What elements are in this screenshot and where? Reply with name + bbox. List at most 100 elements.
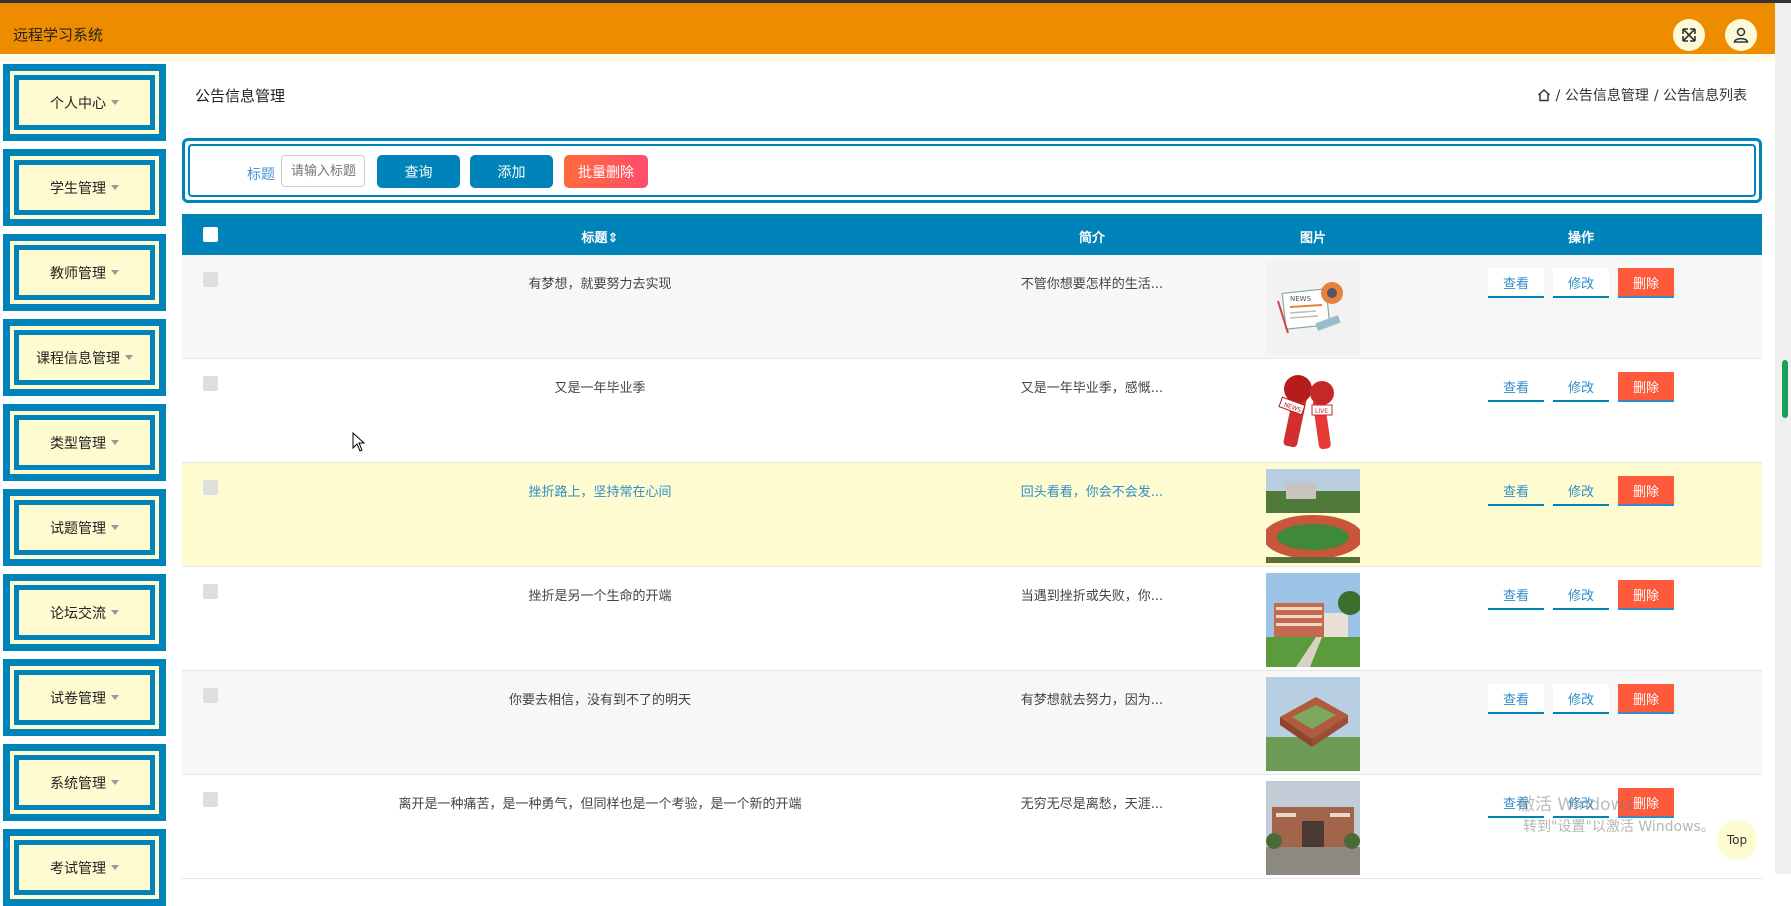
caret-down-icon: [111, 185, 119, 190]
news-illustration-icon: NEWS: [1266, 261, 1360, 355]
scrollbar-thumb[interactable]: [1782, 360, 1788, 418]
caret-down-icon: [111, 865, 119, 870]
breadcrumb: / 公告信息管理 / 公告信息列表: [1537, 85, 1747, 105]
search-title-input[interactable]: [281, 155, 365, 187]
row-image[interactable]: [1266, 573, 1360, 667]
row-checkbox[interactable]: [203, 792, 218, 807]
caret-down-icon: [111, 780, 119, 785]
campus-aerial-photo-icon: [1266, 677, 1360, 771]
add-button[interactable]: 添加: [470, 155, 553, 188]
row-checkbox[interactable]: [203, 376, 218, 391]
campus-building-photo-icon: [1266, 573, 1360, 667]
caret-down-icon: [111, 695, 119, 700]
row-desc: 不管你想要怎样的生活...: [1020, 277, 1164, 292]
sidebar-item-courses[interactable]: 课程信息管理: [3, 319, 166, 396]
column-header-actions: 操作: [1567, 231, 1595, 246]
view-button[interactable]: 查看: [1488, 476, 1544, 506]
breadcrumb-item[interactable]: / 公告信息管理: [1556, 85, 1649, 105]
edit-button[interactable]: 修改: [1553, 580, 1609, 610]
delete-button[interactable]: 删除: [1618, 476, 1674, 506]
delete-button[interactable]: 删除: [1618, 372, 1674, 402]
column-header-title[interactable]: 标题⇕: [582, 227, 619, 246]
delete-button[interactable]: 删除: [1618, 580, 1674, 610]
breadcrumb-item: / 公告信息列表: [1653, 88, 1747, 104]
page-title: 公告信息管理: [195, 87, 286, 105]
sort-icon[interactable]: ⇕: [608, 231, 619, 246]
user-icon: [1733, 27, 1749, 43]
column-header-desc: 简介: [1078, 231, 1106, 246]
caret-down-icon: [111, 440, 119, 445]
row-desc: 回头看看，你会不会发...: [1020, 485, 1164, 500]
row-image[interactable]: NEWS: [1266, 261, 1360, 355]
search-panel: 标题 查询 添加 批量删除: [182, 138, 1762, 203]
sidebar-item-papers[interactable]: 试卷管理: [3, 659, 166, 736]
sidebar-item-students[interactable]: 学生管理: [3, 149, 166, 226]
row-desc: 有梦想就去努力，因为...: [1020, 693, 1164, 708]
row-checkbox[interactable]: [203, 584, 218, 599]
sidebar-item-teachers[interactable]: 教师管理: [3, 234, 166, 311]
row-title: 离开是一种痛苦，是一种勇气，但同样也是一个考验，是一个新的开端: [398, 797, 802, 812]
fullscreen-button[interactable]: [1673, 19, 1705, 51]
table-row: 挫折是另一个生命的开端 当遇到挫折或失败，你... 查看 修改 删除: [182, 567, 1762, 671]
sidebar-item-label: 试题管理: [50, 520, 106, 537]
row-title: 有梦想，就要努力去实现: [528, 277, 672, 292]
sidebar-item-exams[interactable]: 考试管理: [3, 829, 166, 906]
sidebar-item-label: 教师管理: [50, 265, 106, 282]
column-header-image: 图片: [1299, 231, 1327, 246]
row-desc: 无穷无尽是离愁，天涯...: [1020, 797, 1164, 812]
row-image[interactable]: [1266, 677, 1360, 771]
caret-down-icon: [125, 355, 133, 360]
row-checkbox[interactable]: [203, 272, 218, 287]
mouse-cursor-icon: [352, 432, 366, 452]
batch-delete-button[interactable]: 批量删除: [564, 155, 648, 188]
row-image[interactable]: [1266, 469, 1360, 563]
sidebar-item-system[interactable]: 系统管理: [3, 744, 166, 821]
row-checkbox[interactable]: [203, 480, 218, 495]
school-gate-photo-icon: [1266, 781, 1360, 875]
microphones-icon: NEWS LIVE: [1266, 365, 1360, 459]
select-all-checkbox[interactable]: [203, 227, 218, 242]
windows-activation-watermark: 激活 Windows: [1518, 795, 1634, 815]
sidebar-item-personal-center[interactable]: 个人中心: [3, 64, 166, 141]
row-title: 又是一年毕业季: [554, 381, 646, 396]
sidebar-item-label: 学生管理: [50, 180, 106, 197]
sidebar-item-label: 试卷管理: [50, 690, 106, 707]
row-checkbox[interactable]: [203, 688, 218, 703]
sidebar: 个人中心 学生管理 教师管理 课程信息管理 类型管理 试题管理 论坛交流 试卷管…: [0, 62, 168, 906]
row-desc: 当遇到挫折或失败，你...: [1020, 589, 1164, 604]
vertical-scrollbar[interactable]: [1775, 3, 1791, 874]
view-button[interactable]: 查看: [1488, 372, 1544, 402]
row-image[interactable]: NEWS LIVE: [1266, 365, 1360, 459]
app-title: 远程学习系统: [13, 26, 104, 44]
edit-button[interactable]: 修改: [1553, 476, 1609, 506]
campus-track-photo-icon: [1266, 469, 1360, 563]
edit-button[interactable]: 修改: [1553, 684, 1609, 714]
sidebar-item-forum[interactable]: 论坛交流: [3, 574, 166, 651]
row-title: 挫折路上，坚持常在心间: [528, 485, 672, 500]
sidebar-item-label: 个人中心: [50, 95, 106, 112]
back-to-top-button[interactable]: Top: [1717, 820, 1757, 860]
windows-activation-hint: 转到"设置"以激活 Windows。: [1523, 819, 1715, 835]
table-row: 有梦想，就要努力去实现 不管你想要怎样的生活... NEWS 查看 修改 删除: [182, 255, 1762, 359]
edit-button[interactable]: 修改: [1553, 372, 1609, 402]
user-menu-button[interactable]: [1725, 19, 1757, 51]
row-image[interactable]: [1266, 781, 1360, 875]
caret-down-icon: [111, 100, 119, 105]
delete-button[interactable]: 删除: [1618, 684, 1674, 714]
sidebar-item-questions[interactable]: 试题管理: [3, 489, 166, 566]
caret-down-icon: [111, 270, 119, 275]
row-title: 你要去相信，没有到不了的明天: [508, 693, 692, 708]
view-button[interactable]: 查看: [1488, 268, 1544, 298]
query-button[interactable]: 查询: [377, 155, 460, 188]
edit-button[interactable]: 修改: [1553, 268, 1609, 298]
table-row: 你要去相信，没有到不了的明天 有梦想就去努力，因为... 查看 修改 删除: [182, 671, 1762, 775]
sidebar-item-types[interactable]: 类型管理: [3, 404, 166, 481]
delete-button[interactable]: 删除: [1618, 268, 1674, 298]
svg-text:NEWS: NEWS: [1290, 295, 1312, 303]
view-button[interactable]: 查看: [1488, 684, 1544, 714]
app-header: 远程学习系统: [0, 3, 1775, 54]
row-title: 挫折是另一个生命的开端: [528, 589, 672, 604]
view-button[interactable]: 查看: [1488, 580, 1544, 610]
caret-down-icon: [111, 610, 119, 615]
home-icon[interactable]: [1537, 88, 1551, 102]
